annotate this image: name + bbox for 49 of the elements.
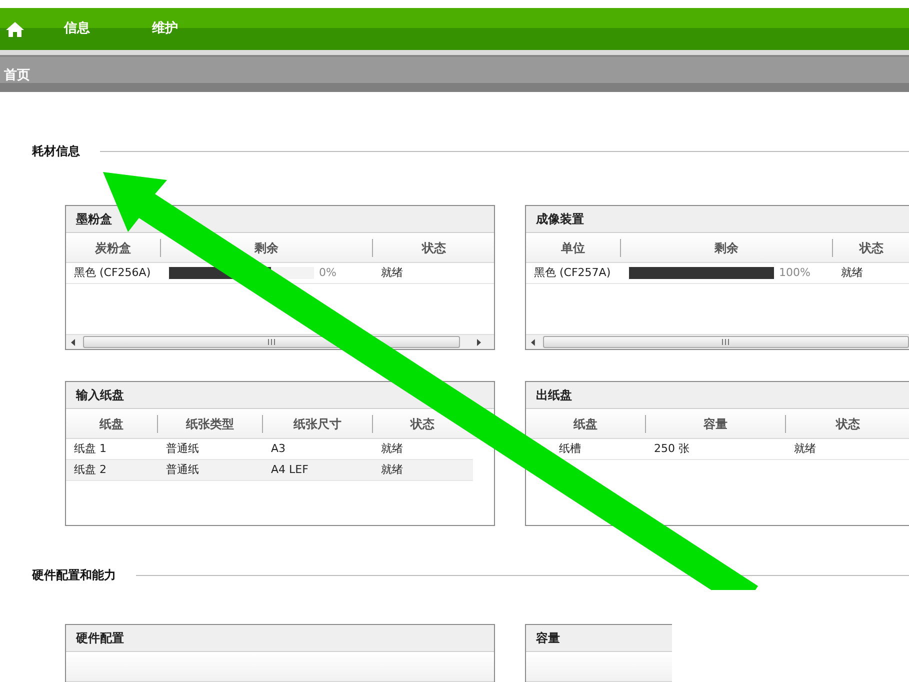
column-header: 剩余 <box>254 240 278 256</box>
scroll-right-icon[interactable] <box>477 338 481 346</box>
table-cell-text: 纸盘 1 <box>74 440 106 457</box>
column-header: 炭粉盒 <box>95 240 131 256</box>
table-cell-text: 普通纸 <box>166 462 199 478</box>
scroll-left-icon[interactable] <box>71 338 75 346</box>
panel-title: 成像装置 <box>536 211 584 228</box>
column-header: 纸张类型 <box>186 416 234 432</box>
panel-title: 容量 <box>536 630 560 647</box>
panel-title: 出纸盘 <box>536 387 572 404</box>
section-title: 耗材信息 <box>32 143 80 160</box>
table-cell-text: 黑色 (CF257A) <box>534 264 611 281</box>
nav-link[interactable]: 信息 <box>64 19 152 39</box>
scrollbar-thumb[interactable] <box>542 336 909 348</box>
panel-title: 墨粉盒 <box>76 211 112 228</box>
column-header: 状态 <box>836 416 860 432</box>
table-cell-text: 250 张 <box>654 440 690 457</box>
table-cell-text: 就绪 <box>381 440 403 457</box>
scroll-left-icon[interactable] <box>531 338 535 346</box>
panel-title: 输入纸盘 <box>76 387 124 404</box>
column-header: 单位 <box>561 240 585 256</box>
column-header: 剩余 <box>714 240 738 256</box>
column-header: 容量 <box>704 416 728 432</box>
breadcrumb-link[interactable]: 首页 <box>4 66 30 86</box>
table-cell-text: 就绪 <box>841 264 863 281</box>
column-header: 状态 <box>410 416 434 432</box>
column-header: 纸盘 <box>100 416 124 432</box>
table-cell-text: 就绪 <box>794 440 816 457</box>
grip-icon <box>722 339 730 345</box>
panel-title: 硬件配置 <box>76 630 124 647</box>
column-header: 纸盘 <box>574 416 598 432</box>
column-header: 纸张尺寸 <box>294 416 342 432</box>
table-cell-text: 纸盘 2 <box>74 462 106 478</box>
table-cell-text: 纸槽 <box>559 440 581 457</box>
nav-link[interactable]: 维护 <box>152 19 240 39</box>
column-header: 状态 <box>422 240 446 256</box>
horizontal-scrollbar[interactable] <box>526 334 909 349</box>
table-cell-text: A4 LEF <box>271 462 308 478</box>
column-header: 状态 <box>860 240 884 256</box>
home-icon[interactable] <box>6 22 24 36</box>
table-cell-text: A3 <box>271 440 286 457</box>
section-title: 硬件配置和能力 <box>32 567 116 584</box>
table-cell-text: 就绪 <box>381 264 403 281</box>
table-cell-text: 黑色 (CF256A) <box>74 264 151 281</box>
level-reading: 0% <box>319 264 336 281</box>
grip-icon <box>268 339 275 345</box>
table-cell-text: 普通纸 <box>166 440 199 457</box>
table-cell-text: 就绪 <box>381 462 403 478</box>
level-reading: 100% <box>779 264 810 281</box>
